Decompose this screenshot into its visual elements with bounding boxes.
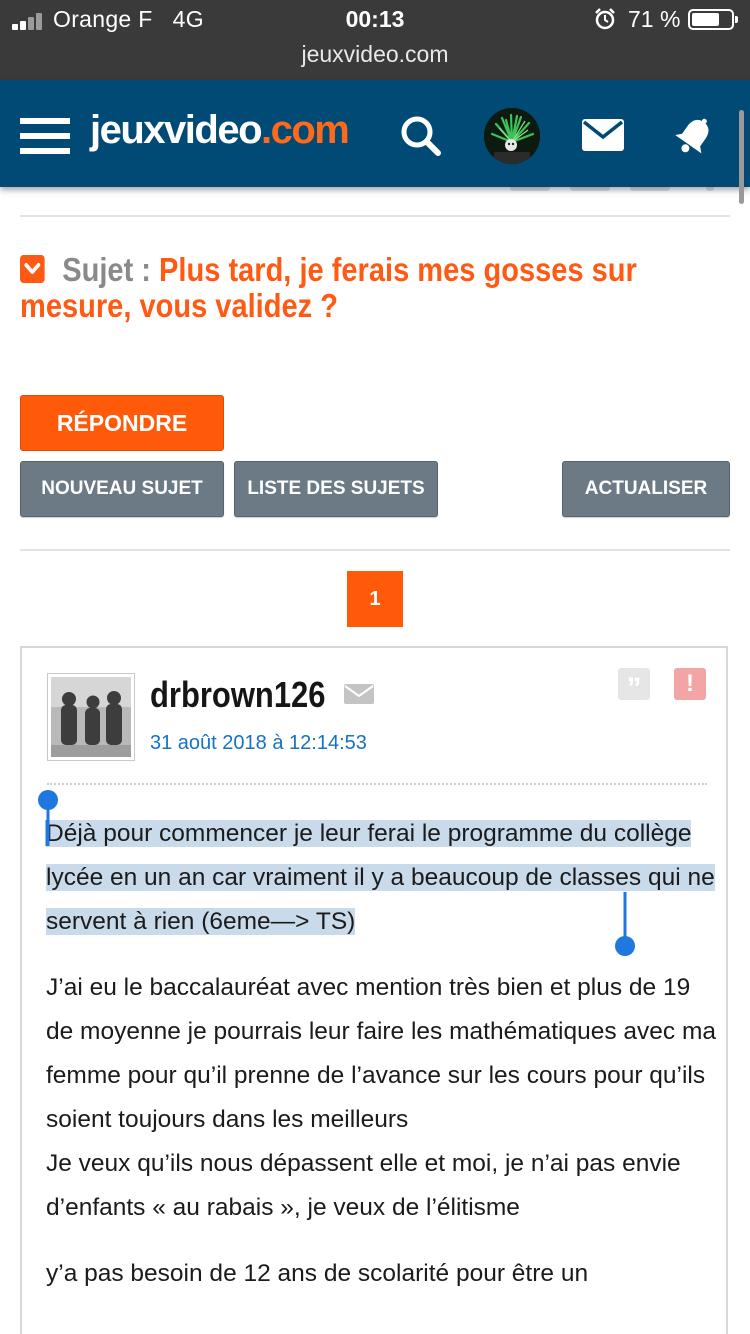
search-icon[interactable]	[398, 113, 444, 159]
new-topic-button[interactable]: NOUVEAU SUJET	[20, 461, 224, 517]
divider	[20, 215, 730, 217]
status-bar: Orange F 4G 00:13 jeuxvideo.com 71 %	[0, 0, 750, 80]
selection-start-handle-knob[interactable]	[36, 788, 60, 848]
site-logo[interactable]: jeuxvideo.com	[90, 108, 350, 153]
post-body: Déjà pour commencer je leur ferai le pro…	[46, 812, 716, 1318]
send-message-icon[interactable]	[344, 684, 374, 704]
topic-list-button[interactable]: LISTE DES SUJETS	[234, 461, 438, 517]
chevron-down-icon[interactable]	[20, 255, 45, 284]
refresh-button[interactable]: ACTUALISER	[562, 461, 730, 517]
pagination-current-page[interactable]: 1	[347, 571, 403, 627]
topic-label: Sujet :	[62, 251, 151, 288]
topic-heading: Sujet : Plus tard, je ferais mes gosses …	[20, 252, 715, 324]
alarm-icon	[595, 8, 615, 30]
post-separator	[47, 783, 707, 785]
forum-post: drbrown126 31 août 2018 à 12:14:53 ” ! D…	[20, 646, 728, 1334]
selection-end-handle[interactable]	[613, 890, 637, 960]
menu-icon[interactable]	[20, 118, 70, 158]
report-alert-icon[interactable]: !	[674, 668, 706, 700]
site-header: jeuxvideo.com	[0, 80, 750, 187]
post-paragraph: J’ai eu le baccalauréat avec mention trè…	[46, 974, 717, 1133]
divider	[20, 549, 730, 551]
mail-icon[interactable]	[581, 118, 625, 152]
reply-button[interactable]: RÉPONDRE	[20, 395, 224, 451]
quote-icon[interactable]: ”	[618, 668, 650, 705]
user-avatar[interactable]	[484, 108, 540, 164]
page-scrollbar[interactable]	[739, 110, 744, 204]
notifications-bell-icon[interactable]	[672, 114, 716, 158]
post-date-link[interactable]: 31 août 2018 à 12:14:53	[150, 732, 367, 755]
post-paragraph: y’a pas besoin de 12 ans de scolarité po…	[46, 1260, 589, 1287]
battery-icon	[688, 9, 738, 30]
battery-percent: 71 %	[628, 6, 681, 32]
post-paragraph: Je veux qu’ils nous dépassent elle et mo…	[46, 1150, 681, 1221]
post-author[interactable]: drbrown126	[150, 674, 325, 716]
page-url[interactable]: jeuxvideo.com	[0, 41, 750, 68]
author-avatar[interactable]	[47, 673, 135, 761]
